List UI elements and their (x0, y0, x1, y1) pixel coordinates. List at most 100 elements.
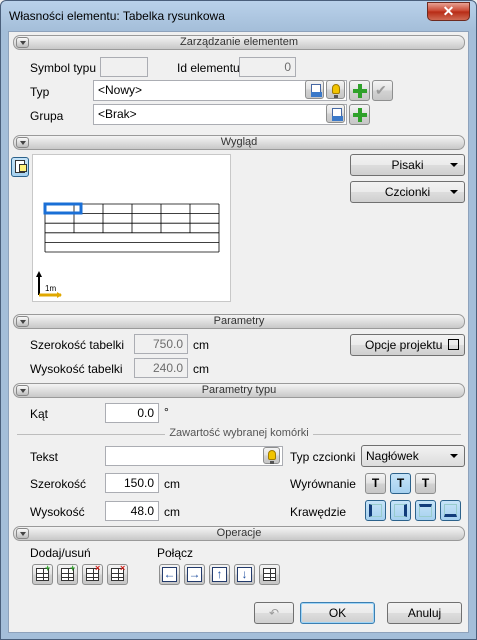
section-parameters-title: Parametry (213, 315, 265, 327)
undo-button[interactable]: ↶ (254, 602, 294, 624)
border-bottom-icon (444, 504, 457, 517)
type-label: Typ (30, 85, 50, 99)
type-field[interactable]: <Nowy> (93, 80, 347, 101)
font-type-value: Nagłówek (366, 449, 419, 463)
type-lightbulb-button[interactable] (326, 80, 345, 99)
symbol-label: Symbol typu (30, 61, 97, 75)
arrow-up-icon: ↑ (216, 567, 223, 581)
chevron-down-icon (450, 190, 458, 194)
project-options-button[interactable]: Opcje projektu (350, 334, 465, 356)
add-type-button[interactable] (349, 80, 370, 101)
fonts-button-label: Czcionki (384, 185, 431, 199)
external-window-icon (448, 339, 459, 350)
collapse-icon[interactable] (16, 137, 29, 148)
split-cell-button[interactable] (259, 564, 280, 585)
angle-label: Kąt (30, 407, 49, 421)
merge-left-button[interactable]: ← (159, 564, 180, 585)
border-top-button[interactable] (415, 500, 436, 521)
align-left-icon: T (371, 476, 380, 490)
lightbulb-icon (332, 84, 340, 98)
fonts-button[interactable]: Czcionki (350, 181, 465, 203)
section-element-header[interactable]: Zarządzanie elementem (13, 35, 465, 50)
angle-unit: ° (164, 405, 169, 419)
border-right-button[interactable] (390, 500, 411, 521)
table-width-unit: cm (193, 338, 209, 352)
merge-down-button[interactable]: ↓ (234, 564, 255, 585)
chevron-down-icon (450, 454, 458, 458)
id-field[interactable]: 0 (239, 57, 296, 77)
border-bottom-button[interactable] (440, 500, 461, 521)
merge-up-button[interactable]: ↑ (209, 564, 230, 585)
arrow-down-icon: ↓ (241, 567, 248, 581)
group-label: Grupa (30, 109, 64, 123)
cancel-button[interactable]: Anuluj (387, 602, 462, 624)
title-bar[interactable]: Własności elementu: Tabelka rysunkowa ✕ (1, 1, 476, 31)
cell-height-unit: cm (164, 505, 180, 519)
client-area: Zarządzanie elementem Symbol typu Id ele… (8, 31, 469, 633)
group-field[interactable]: <Brak> (93, 104, 347, 125)
remove-column-button[interactable]: × (82, 564, 103, 585)
add-column-button[interactable]: + (32, 564, 53, 585)
cell-width-field[interactable]: 150.0 (105, 473, 159, 493)
library-icon (332, 108, 343, 121)
close-button[interactable]: ✕ (427, 2, 470, 21)
cell-width-unit: cm (164, 477, 180, 491)
border-top-icon (419, 504, 432, 517)
remove-row-button[interactable]: × (107, 564, 128, 585)
confirm-type-button[interactable]: ✔ (372, 80, 393, 101)
collapse-icon[interactable] (16, 528, 29, 539)
table-height-field[interactable]: 240.0 (134, 358, 188, 378)
collapse-icon[interactable] (16, 385, 29, 396)
table-width-label: Szerokość tabelki (30, 338, 125, 352)
section-operations-title: Operacje (216, 527, 262, 539)
symbol-field[interactable] (100, 57, 148, 77)
section-type-params-header[interactable]: Parametry typu (13, 383, 465, 398)
borders-label: Krawędzie (290, 505, 347, 519)
align-right-button[interactable]: T (415, 473, 436, 494)
chevron-down-icon (450, 163, 458, 167)
pens-button[interactable]: Pisaki (350, 154, 465, 176)
align-right-icon: T (421, 476, 430, 490)
section-operations-header[interactable]: Operacje (13, 526, 465, 541)
table-width-field[interactable]: 750.0 (134, 334, 188, 354)
align-center-button[interactable]: T (390, 473, 411, 494)
font-type-select[interactable]: Nagłówek (361, 445, 465, 467)
cell-height-field[interactable]: 48.0 (105, 501, 159, 521)
arrow-right-icon: → (188, 567, 201, 581)
merge-right-button[interactable]: → (184, 564, 205, 585)
group-value: <Brak> (98, 107, 137, 121)
alignment-label: Wyrównanie (290, 477, 356, 491)
merge-label: Połącz (157, 546, 194, 560)
add-group-button[interactable] (349, 104, 370, 125)
angle-field[interactable]: 0.0 (105, 403, 159, 423)
align-center-icon: T (396, 476, 405, 490)
type-value: <Nowy> (98, 83, 143, 97)
scale-label: 1m (45, 284, 56, 293)
type-library-button[interactable] (305, 80, 324, 99)
collapse-icon[interactable] (16, 37, 29, 48)
border-left-icon (369, 504, 382, 517)
table-height-unit: cm (193, 362, 209, 376)
view-mode-button[interactable] (11, 157, 29, 177)
collapse-icon[interactable] (16, 316, 29, 327)
section-appearance-header[interactable]: Wygląd (13, 135, 465, 150)
undo-icon: ↶ (268, 606, 280, 620)
font-type-label: Typ czcionki (290, 450, 356, 464)
window-title: Własności elementu: Tabelka rysunkowa (9, 9, 225, 23)
border-left-button[interactable] (365, 500, 386, 521)
close-icon: ✕ (442, 3, 455, 19)
cell-content-header: Zawartość wybranej komórki (17, 427, 461, 441)
properties-window: Własności elementu: Tabelka rysunkowa ✕ … (0, 0, 477, 640)
align-left-button[interactable]: T (365, 473, 386, 494)
add-row-button[interactable]: + (57, 564, 78, 585)
text-field[interactable] (105, 446, 283, 466)
project-options-label: Opcje projektu (365, 338, 443, 352)
add-remove-label: Dodaj/usuń (30, 546, 91, 560)
ok-button[interactable]: OK (300, 602, 375, 624)
section-parameters-header[interactable]: Parametry (13, 314, 465, 329)
text-lightbulb-button[interactable] (263, 447, 280, 464)
table-preview[interactable]: 1m (32, 154, 231, 302)
cell-height-label: Wysokość (30, 505, 85, 519)
group-library-button[interactable] (326, 104, 345, 123)
plus-icon (353, 108, 367, 122)
